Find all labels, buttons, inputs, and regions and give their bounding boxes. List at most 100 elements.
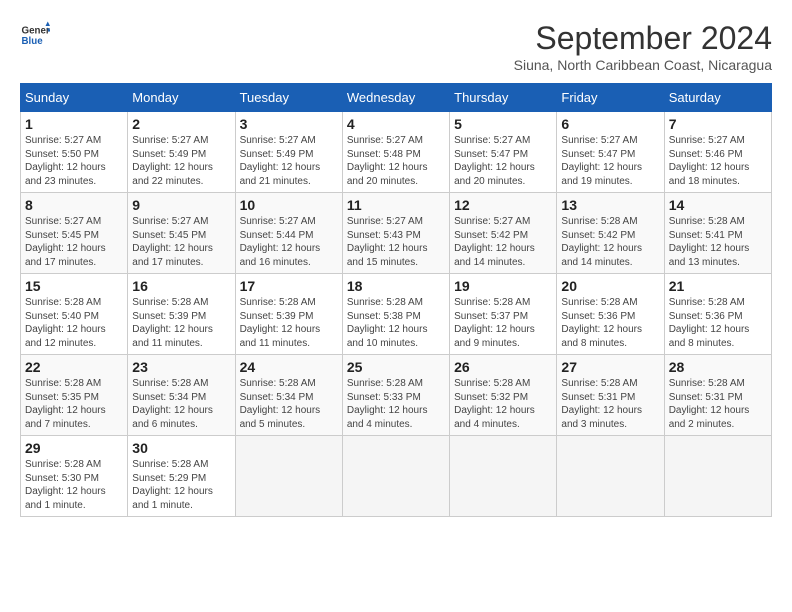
calendar-day-cell: 23 Sunrise: 5:28 AM Sunset: 5:34 PM Dayl… bbox=[128, 355, 235, 436]
calendar-day-cell bbox=[557, 436, 664, 517]
day-number: 1 bbox=[25, 116, 123, 132]
day-number: 27 bbox=[561, 359, 659, 375]
page-header: General Blue September 2024 Siuna, North… bbox=[20, 20, 772, 73]
day-number: 10 bbox=[240, 197, 338, 213]
weekday-header-row: Sunday Monday Tuesday Wednesday Thursday… bbox=[21, 84, 772, 112]
day-number: 17 bbox=[240, 278, 338, 294]
day-info: Sunrise: 5:28 AM Sunset: 5:38 PM Dayligh… bbox=[347, 296, 445, 350]
day-number: 5 bbox=[454, 116, 552, 132]
calendar-week-row: 1 Sunrise: 5:27 AM Sunset: 5:50 PM Dayli… bbox=[21, 112, 772, 193]
day-info: Sunrise: 5:28 AM Sunset: 5:34 PM Dayligh… bbox=[240, 377, 338, 431]
day-number: 20 bbox=[561, 278, 659, 294]
day-info: Sunrise: 5:27 AM Sunset: 5:50 PM Dayligh… bbox=[25, 134, 123, 188]
calendar-day-cell: 20 Sunrise: 5:28 AM Sunset: 5:36 PM Dayl… bbox=[557, 274, 664, 355]
header-sunday: Sunday bbox=[21, 84, 128, 112]
day-number: 18 bbox=[347, 278, 445, 294]
calendar-day-cell: 12 Sunrise: 5:27 AM Sunset: 5:42 PM Dayl… bbox=[450, 193, 557, 274]
calendar-day-cell: 27 Sunrise: 5:28 AM Sunset: 5:31 PM Dayl… bbox=[557, 355, 664, 436]
calendar-day-cell: 29 Sunrise: 5:28 AM Sunset: 5:30 PM Dayl… bbox=[21, 436, 128, 517]
calendar-day-cell: 10 Sunrise: 5:27 AM Sunset: 5:44 PM Dayl… bbox=[235, 193, 342, 274]
day-info: Sunrise: 5:28 AM Sunset: 5:29 PM Dayligh… bbox=[132, 458, 230, 512]
calendar-day-cell: 17 Sunrise: 5:28 AM Sunset: 5:39 PM Dayl… bbox=[235, 274, 342, 355]
day-number: 29 bbox=[25, 440, 123, 456]
day-number: 15 bbox=[25, 278, 123, 294]
day-info: Sunrise: 5:27 AM Sunset: 5:43 PM Dayligh… bbox=[347, 215, 445, 269]
day-number: 13 bbox=[561, 197, 659, 213]
calendar-day-cell: 9 Sunrise: 5:27 AM Sunset: 5:45 PM Dayli… bbox=[128, 193, 235, 274]
day-number: 7 bbox=[669, 116, 767, 132]
calendar-day-cell: 2 Sunrise: 5:27 AM Sunset: 5:49 PM Dayli… bbox=[128, 112, 235, 193]
day-number: 30 bbox=[132, 440, 230, 456]
calendar-day-cell bbox=[342, 436, 449, 517]
calendar-day-cell: 1 Sunrise: 5:27 AM Sunset: 5:50 PM Dayli… bbox=[21, 112, 128, 193]
header-monday: Monday bbox=[128, 84, 235, 112]
calendar-day-cell: 18 Sunrise: 5:28 AM Sunset: 5:38 PM Dayl… bbox=[342, 274, 449, 355]
calendar-day-cell bbox=[664, 436, 771, 517]
day-number: 6 bbox=[561, 116, 659, 132]
calendar-day-cell: 7 Sunrise: 5:27 AM Sunset: 5:46 PM Dayli… bbox=[664, 112, 771, 193]
day-number: 4 bbox=[347, 116, 445, 132]
day-info: Sunrise: 5:27 AM Sunset: 5:45 PM Dayligh… bbox=[25, 215, 123, 269]
day-info: Sunrise: 5:27 AM Sunset: 5:47 PM Dayligh… bbox=[454, 134, 552, 188]
day-info: Sunrise: 5:27 AM Sunset: 5:44 PM Dayligh… bbox=[240, 215, 338, 269]
day-number: 22 bbox=[25, 359, 123, 375]
day-number: 2 bbox=[132, 116, 230, 132]
calendar-week-row: 29 Sunrise: 5:28 AM Sunset: 5:30 PM Dayl… bbox=[21, 436, 772, 517]
day-number: 21 bbox=[669, 278, 767, 294]
calendar-day-cell: 8 Sunrise: 5:27 AM Sunset: 5:45 PM Dayli… bbox=[21, 193, 128, 274]
day-number: 28 bbox=[669, 359, 767, 375]
calendar-day-cell: 24 Sunrise: 5:28 AM Sunset: 5:34 PM Dayl… bbox=[235, 355, 342, 436]
calendar-day-cell: 22 Sunrise: 5:28 AM Sunset: 5:35 PM Dayl… bbox=[21, 355, 128, 436]
day-info: Sunrise: 5:28 AM Sunset: 5:37 PM Dayligh… bbox=[454, 296, 552, 350]
day-number: 26 bbox=[454, 359, 552, 375]
day-info: Sunrise: 5:28 AM Sunset: 5:39 PM Dayligh… bbox=[240, 296, 338, 350]
day-info: Sunrise: 5:28 AM Sunset: 5:39 PM Dayligh… bbox=[132, 296, 230, 350]
calendar-day-cell bbox=[450, 436, 557, 517]
day-info: Sunrise: 5:28 AM Sunset: 5:36 PM Dayligh… bbox=[561, 296, 659, 350]
svg-text:Blue: Blue bbox=[22, 36, 44, 47]
day-number: 25 bbox=[347, 359, 445, 375]
day-info: Sunrise: 5:27 AM Sunset: 5:46 PM Dayligh… bbox=[669, 134, 767, 188]
calendar-table: Sunday Monday Tuesday Wednesday Thursday… bbox=[20, 83, 772, 517]
location-subtitle: Siuna, North Caribbean Coast, Nicaragua bbox=[514, 57, 772, 73]
calendar-day-cell: 13 Sunrise: 5:28 AM Sunset: 5:42 PM Dayl… bbox=[557, 193, 664, 274]
calendar-day-cell: 19 Sunrise: 5:28 AM Sunset: 5:37 PM Dayl… bbox=[450, 274, 557, 355]
title-area: September 2024 Siuna, North Caribbean Co… bbox=[514, 20, 772, 73]
calendar-day-cell: 16 Sunrise: 5:28 AM Sunset: 5:39 PM Dayl… bbox=[128, 274, 235, 355]
calendar-day-cell: 28 Sunrise: 5:28 AM Sunset: 5:31 PM Dayl… bbox=[664, 355, 771, 436]
day-number: 8 bbox=[25, 197, 123, 213]
calendar-day-cell: 5 Sunrise: 5:27 AM Sunset: 5:47 PM Dayli… bbox=[450, 112, 557, 193]
day-info: Sunrise: 5:28 AM Sunset: 5:35 PM Dayligh… bbox=[25, 377, 123, 431]
day-number: 19 bbox=[454, 278, 552, 294]
day-info: Sunrise: 5:28 AM Sunset: 5:33 PM Dayligh… bbox=[347, 377, 445, 431]
day-info: Sunrise: 5:28 AM Sunset: 5:31 PM Dayligh… bbox=[669, 377, 767, 431]
header-friday: Friday bbox=[557, 84, 664, 112]
calendar-day-cell: 11 Sunrise: 5:27 AM Sunset: 5:43 PM Dayl… bbox=[342, 193, 449, 274]
calendar-day-cell bbox=[235, 436, 342, 517]
calendar-day-cell: 25 Sunrise: 5:28 AM Sunset: 5:33 PM Dayl… bbox=[342, 355, 449, 436]
day-info: Sunrise: 5:28 AM Sunset: 5:32 PM Dayligh… bbox=[454, 377, 552, 431]
calendar-day-cell: 21 Sunrise: 5:28 AM Sunset: 5:36 PM Dayl… bbox=[664, 274, 771, 355]
calendar-week-row: 15 Sunrise: 5:28 AM Sunset: 5:40 PM Dayl… bbox=[21, 274, 772, 355]
header-tuesday: Tuesday bbox=[235, 84, 342, 112]
day-number: 14 bbox=[669, 197, 767, 213]
day-info: Sunrise: 5:28 AM Sunset: 5:41 PM Dayligh… bbox=[669, 215, 767, 269]
day-info: Sunrise: 5:28 AM Sunset: 5:40 PM Dayligh… bbox=[25, 296, 123, 350]
calendar-day-cell: 30 Sunrise: 5:28 AM Sunset: 5:29 PM Dayl… bbox=[128, 436, 235, 517]
day-info: Sunrise: 5:27 AM Sunset: 5:42 PM Dayligh… bbox=[454, 215, 552, 269]
day-info: Sunrise: 5:27 AM Sunset: 5:47 PM Dayligh… bbox=[561, 134, 659, 188]
day-info: Sunrise: 5:27 AM Sunset: 5:45 PM Dayligh… bbox=[132, 215, 230, 269]
header-saturday: Saturday bbox=[664, 84, 771, 112]
day-number: 3 bbox=[240, 116, 338, 132]
day-number: 11 bbox=[347, 197, 445, 213]
day-info: Sunrise: 5:27 AM Sunset: 5:49 PM Dayligh… bbox=[240, 134, 338, 188]
calendar-week-row: 22 Sunrise: 5:28 AM Sunset: 5:35 PM Dayl… bbox=[21, 355, 772, 436]
day-number: 12 bbox=[454, 197, 552, 213]
month-title: September 2024 bbox=[514, 20, 772, 57]
logo: General Blue bbox=[20, 20, 54, 50]
calendar-day-cell: 4 Sunrise: 5:27 AM Sunset: 5:48 PM Dayli… bbox=[342, 112, 449, 193]
day-info: Sunrise: 5:28 AM Sunset: 5:34 PM Dayligh… bbox=[132, 377, 230, 431]
calendar-day-cell: 3 Sunrise: 5:27 AM Sunset: 5:49 PM Dayli… bbox=[235, 112, 342, 193]
day-info: Sunrise: 5:28 AM Sunset: 5:31 PM Dayligh… bbox=[561, 377, 659, 431]
day-number: 16 bbox=[132, 278, 230, 294]
